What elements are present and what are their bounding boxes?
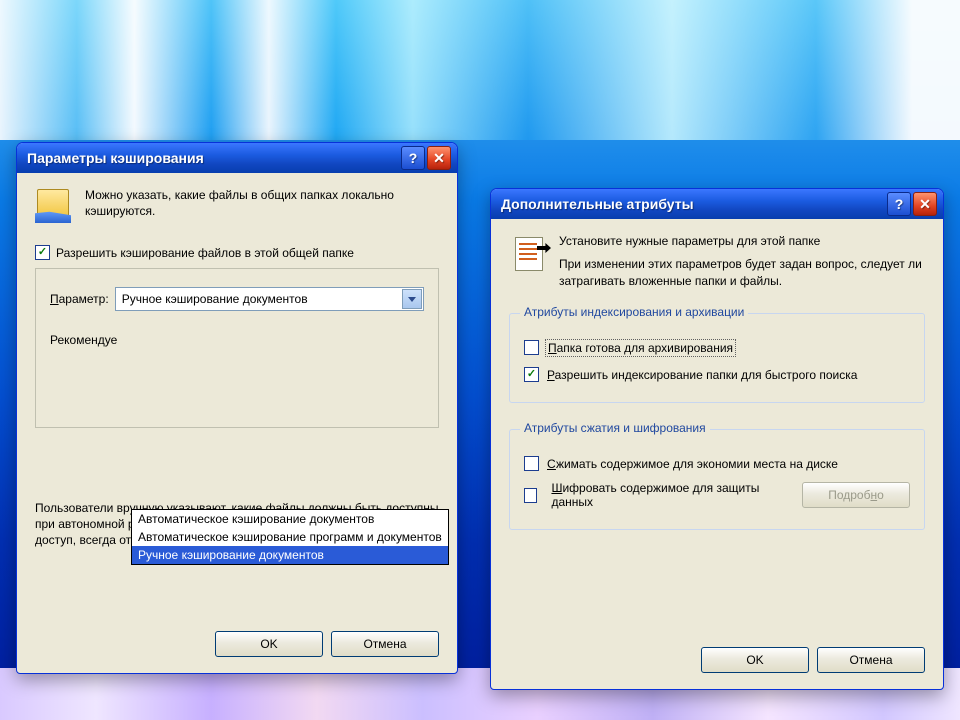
parameter-fieldset: Параметр: Ручное кэширование документов …: [35, 268, 439, 428]
archive-checkbox[interactable]: [524, 340, 539, 355]
indexing-checkbox[interactable]: [524, 367, 539, 382]
allow-caching-checkbox[interactable]: [35, 245, 50, 260]
parameter-label: Параметр:: [50, 292, 109, 306]
caching-titlebar[interactable]: Параметры кэширования ? ✕: [17, 143, 457, 173]
background-decor-stripes: [0, 0, 960, 140]
allow-caching-label: Разрешить кэширование файлов в этой обще…: [56, 246, 354, 260]
compress-checkbox[interactable]: [524, 456, 539, 471]
attributes-intro2: При изменении этих параметров будет зада…: [559, 256, 925, 290]
archive-label: Папка готова для архивирования: [547, 341, 734, 355]
close-button[interactable]: ✕: [427, 146, 451, 170]
parameter-option-auto-docs[interactable]: Автоматическое кэширование документов: [132, 510, 448, 528]
shared-folder-icon: [35, 187, 75, 227]
parameter-option-manual-docs[interactable]: Ручное кэширование документов: [132, 546, 448, 564]
compression-encryption-group: Атрибуты сжатия и шифрования Сжимать сод…: [509, 429, 925, 530]
parameter-dropdown-list[interactable]: Автоматическое кэширование документов Ав…: [131, 509, 449, 565]
compression-encryption-legend: Атрибуты сжатия и шифрования: [520, 421, 710, 435]
parameter-combobox-value: Ручное кэширование документов: [122, 292, 308, 306]
ok-button[interactable]: OK: [215, 631, 323, 657]
help-button[interactable]: ?: [887, 192, 911, 216]
indexing-label: Разрешить индексирование папки для быстр…: [547, 368, 857, 382]
indexing-archiving-group: Атрибуты индексирования и архивации Папк…: [509, 313, 925, 403]
caching-title: Параметры кэширования: [27, 150, 204, 166]
attributes-dialog: Дополнительные атрибуты ? ✕ Установите н…: [490, 188, 944, 690]
cancel-button[interactable]: Отмена: [817, 647, 925, 673]
caching-intro-text: Можно указать, какие файлы в общих папка…: [85, 187, 439, 227]
recommended-label: Рекомендуе: [50, 333, 424, 347]
encrypt-checkbox[interactable]: [524, 488, 537, 503]
close-button[interactable]: ✕: [913, 192, 937, 216]
details-button: Подробно: [802, 482, 910, 508]
encrypt-label: Шифровать содержимое для защиты данных: [551, 481, 774, 509]
attributes-body: Установите нужные параметры для этой пап…: [491, 219, 943, 647]
help-button[interactable]: ?: [401, 146, 425, 170]
attribute-list-icon: [509, 233, 549, 273]
parameter-option-auto-programs[interactable]: Автоматическое кэширование программ и до…: [132, 528, 448, 546]
attributes-intro1: Установите нужные параметры для этой пап…: [559, 233, 925, 250]
attributes-title: Дополнительные атрибуты: [501, 196, 694, 212]
cancel-button[interactable]: Отмена: [331, 631, 439, 657]
ok-button[interactable]: OK: [701, 647, 809, 673]
indexing-archiving-legend: Атрибуты индексирования и архивации: [520, 305, 748, 319]
caching-dialog: Параметры кэширования ? ✕ Можно указать,…: [16, 142, 458, 674]
parameter-combobox[interactable]: Ручное кэширование документов: [115, 287, 424, 311]
attributes-titlebar[interactable]: Дополнительные атрибуты ? ✕: [491, 189, 943, 219]
chevron-down-icon[interactable]: [402, 289, 422, 309]
compress-label: Сжимать содержимое для экономии места на…: [547, 457, 838, 471]
